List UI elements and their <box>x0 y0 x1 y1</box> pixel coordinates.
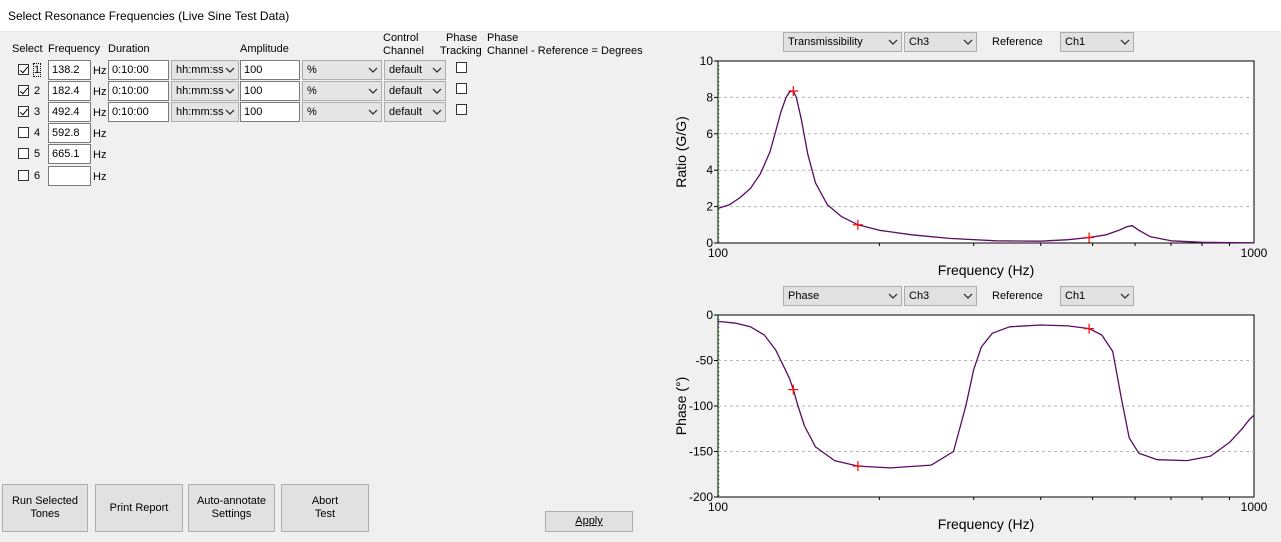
y-axis-label: Ratio (G/G) <box>673 116 689 188</box>
y-tick-label: 10 <box>700 54 714 68</box>
x-axis-label: Frequency (Hz) <box>938 262 1034 278</box>
plot-area <box>717 60 1255 244</box>
y-tick-label: 6 <box>706 127 713 141</box>
y-tick-label: -100 <box>689 399 713 413</box>
charts-canvas: 0246810100 1000Frequency (Hz)Ratio (G/G) … <box>673 54 1268 532</box>
y-tick-label: 8 <box>706 90 713 104</box>
y-tick-label: 2 <box>706 200 713 214</box>
phase-chart[interactable]: 0-50-100-150-200100 1000Frequency (Hz)Pha… <box>673 308 1268 532</box>
x-tick-label: 100 <box>708 500 728 514</box>
y-axis-label: Phase (°) <box>673 377 689 436</box>
x-tick-label: 1000 <box>1241 500 1268 514</box>
transmissibility-chart[interactable]: 0246810100 1000Frequency (Hz)Ratio (G/G) <box>673 54 1268 278</box>
x-tick-label: 1000 <box>1241 246 1268 260</box>
y-tick-label: -50 <box>696 354 714 368</box>
y-tick-label: 0 <box>706 308 713 322</box>
x-axis-label: Frequency (Hz) <box>938 516 1034 532</box>
x-tick-label: 100 <box>708 246 728 260</box>
y-tick-label: -150 <box>689 445 713 459</box>
y-tick-label: 4 <box>706 163 713 177</box>
